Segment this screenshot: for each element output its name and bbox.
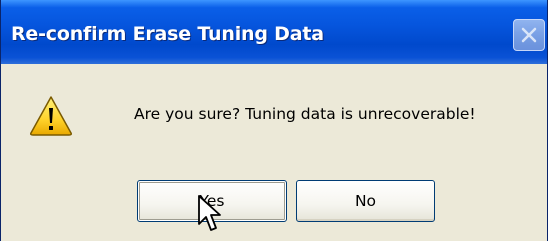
dialog-message: Are you sure? Tuning data is unrecoverab… (134, 105, 476, 123)
close-button[interactable] (513, 19, 545, 51)
mouse-pointer-icon (198, 195, 221, 231)
close-icon (521, 27, 537, 43)
no-button-label: No (354, 192, 377, 210)
no-button[interactable]: No (296, 180, 435, 222)
window-title: Re-confirm Erase Tuning Data (11, 23, 324, 45)
title-bar[interactable]: Re-confirm Erase Tuning Data (1, 0, 547, 64)
warning-icon (30, 96, 72, 136)
dialog-window: Re-confirm Erase Tuning Data Are you sur… (0, 0, 548, 241)
